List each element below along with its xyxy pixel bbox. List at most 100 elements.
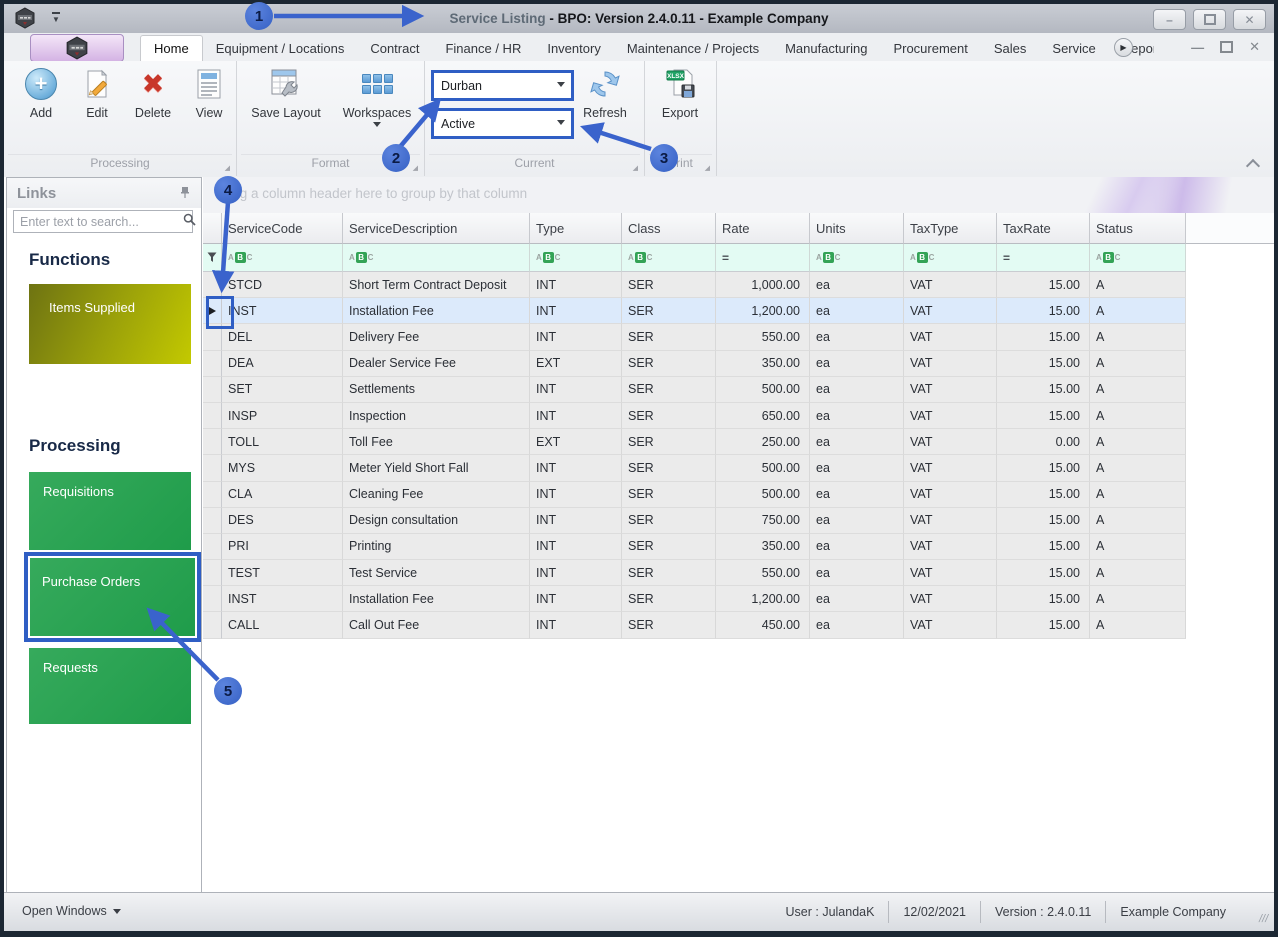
view-button[interactable]: View: [180, 67, 238, 120]
resize-grip[interactable]: ///: [1258, 913, 1269, 925]
cell-status[interactable]: A: [1090, 508, 1186, 534]
items-supplied-tile[interactable]: Items Supplied: [29, 284, 191, 364]
collapse-ribbon-icon[interactable]: [1248, 160, 1260, 167]
cell-taxtype[interactable]: VAT: [904, 612, 997, 638]
row-indicator-cell[interactable]: [203, 429, 222, 455]
table-row[interactable]: INST Installation Fee INT SER 1,200.00 e…: [203, 298, 1274, 324]
cell-status[interactable]: A: [1090, 377, 1186, 403]
cell-status[interactable]: A: [1090, 298, 1186, 324]
dialog-launcher-icon[interactable]: ◢: [633, 164, 638, 172]
tab-inventory[interactable]: Inventory: [534, 35, 613, 61]
cell-taxrate[interactable]: 15.00: [997, 482, 1090, 508]
cell-taxrate[interactable]: 15.00: [997, 403, 1090, 429]
cell-taxtype[interactable]: VAT: [904, 429, 997, 455]
cell-servicecode[interactable]: SET: [222, 377, 343, 403]
dialog-launcher-icon[interactable]: ◢: [705, 164, 710, 172]
cell-units[interactable]: ea: [810, 508, 904, 534]
cell-class[interactable]: SER: [622, 612, 716, 638]
cell-servicecode[interactable]: TEST: [222, 560, 343, 586]
cell-taxtype[interactable]: VAT: [904, 586, 997, 612]
column-header-status[interactable]: Status: [1090, 213, 1186, 244]
cell-class[interactable]: SER: [622, 298, 716, 324]
cell-servicedescription[interactable]: Settlements: [343, 377, 530, 403]
table-row[interactable]: DES Design consultation INT SER 750.00 e…: [203, 508, 1274, 534]
row-indicator-cell[interactable]: [203, 508, 222, 534]
cell-type[interactable]: INT: [530, 377, 622, 403]
cell-status[interactable]: A: [1090, 586, 1186, 612]
cell-units[interactable]: ea: [810, 429, 904, 455]
cell-servicecode[interactable]: CALL: [222, 612, 343, 638]
cell-rate[interactable]: 450.00: [716, 612, 810, 638]
cell-servicecode[interactable]: CLA: [222, 482, 343, 508]
cell-taxrate[interactable]: 15.00: [997, 455, 1090, 481]
row-indicator-cell[interactable]: [203, 455, 222, 481]
row-indicator-cell[interactable]: [203, 377, 222, 403]
table-row[interactable]: PRI Printing INT SER 350.00 ea VAT 15.00…: [203, 534, 1274, 560]
tab-home[interactable]: Home: [140, 35, 203, 61]
cell-class[interactable]: SER: [622, 403, 716, 429]
row-indicator-cell[interactable]: [203, 272, 222, 298]
cell-servicedescription[interactable]: Printing: [343, 534, 530, 560]
ribbon-minimize-icon[interactable]: —: [1191, 40, 1204, 55]
cell-units[interactable]: ea: [810, 455, 904, 481]
table-row[interactable]: MYS Meter Yield Short Fall INT SER 500.0…: [203, 455, 1274, 481]
workspaces-button[interactable]: Workspaces: [333, 67, 421, 127]
edit-button[interactable]: Edit: [68, 67, 126, 120]
cell-status[interactable]: A: [1090, 351, 1186, 377]
cell-taxtype[interactable]: VAT: [904, 377, 997, 403]
filter-cell-rate[interactable]: =: [716, 244, 810, 272]
cell-type[interactable]: INT: [530, 560, 622, 586]
cell-units[interactable]: ea: [810, 324, 904, 350]
tab-equipment-locations[interactable]: Equipment / Locations: [203, 35, 358, 61]
cell-servicedescription[interactable]: Installation Fee: [343, 298, 530, 324]
pin-icon[interactable]: [179, 186, 191, 204]
cell-type[interactable]: INT: [530, 324, 622, 350]
cell-servicedescription[interactable]: Test Service: [343, 560, 530, 586]
cell-rate[interactable]: 550.00: [716, 560, 810, 586]
column-header-taxrate[interactable]: TaxRate: [997, 213, 1090, 244]
cell-class[interactable]: SER: [622, 272, 716, 298]
cell-status[interactable]: A: [1090, 272, 1186, 298]
cell-type[interactable]: EXT: [530, 351, 622, 377]
requisitions-tile[interactable]: Requisitions: [29, 472, 191, 550]
ribbon-close-icon[interactable]: ✕: [1249, 39, 1260, 55]
tab-finance-hr[interactable]: Finance / HR: [432, 35, 534, 61]
cell-rate[interactable]: 350.00: [716, 351, 810, 377]
cell-servicecode[interactable]: STCD: [222, 272, 343, 298]
status-dropdown[interactable]: Active: [431, 108, 574, 139]
cell-taxtype[interactable]: VAT: [904, 534, 997, 560]
cell-rate[interactable]: 1,200.00: [716, 298, 810, 324]
cell-class[interactable]: SER: [622, 324, 716, 350]
cell-servicecode[interactable]: MYS: [222, 455, 343, 481]
cell-servicecode[interactable]: INST: [222, 298, 343, 324]
cell-rate[interactable]: 500.00: [716, 455, 810, 481]
purchase-orders-tile[interactable]: Purchase Orders: [28, 556, 197, 638]
cell-servicedescription[interactable]: Inspection: [343, 403, 530, 429]
cell-taxtype[interactable]: VAT: [904, 403, 997, 429]
cell-servicecode[interactable]: INST: [222, 586, 343, 612]
column-header-rate[interactable]: Rate: [716, 213, 810, 244]
cell-units[interactable]: ea: [810, 298, 904, 324]
cell-rate[interactable]: 250.00: [716, 429, 810, 455]
filter-cell-taxtype[interactable]: ABC: [904, 244, 997, 272]
cell-status[interactable]: A: [1090, 534, 1186, 560]
cell-taxrate[interactable]: 15.00: [997, 560, 1090, 586]
tab-scroll-button[interactable]: ▶: [1114, 38, 1133, 57]
cell-taxtype[interactable]: VAT: [904, 324, 997, 350]
cell-taxtype[interactable]: VAT: [904, 272, 997, 298]
filter-cell-class[interactable]: ABC: [622, 244, 716, 272]
cell-status[interactable]: A: [1090, 482, 1186, 508]
cell-type[interactable]: INT: [530, 612, 622, 638]
table-row[interactable]: DEA Dealer Service Fee EXT SER 350.00 ea…: [203, 351, 1274, 377]
cell-servicedescription[interactable]: Installation Fee: [343, 586, 530, 612]
cell-rate[interactable]: 650.00: [716, 403, 810, 429]
dialog-launcher-icon[interactable]: ◢: [225, 164, 230, 172]
column-header-type[interactable]: Type: [530, 213, 622, 244]
cell-status[interactable]: A: [1090, 612, 1186, 638]
row-indicator-cell[interactable]: [203, 403, 222, 429]
cell-status[interactable]: A: [1090, 429, 1186, 455]
table-row[interactable]: CLA Cleaning Fee INT SER 500.00 ea VAT 1…: [203, 482, 1274, 508]
row-indicator-cell[interactable]: [203, 612, 222, 638]
cell-class[interactable]: SER: [622, 482, 716, 508]
cell-rate[interactable]: 500.00: [716, 482, 810, 508]
